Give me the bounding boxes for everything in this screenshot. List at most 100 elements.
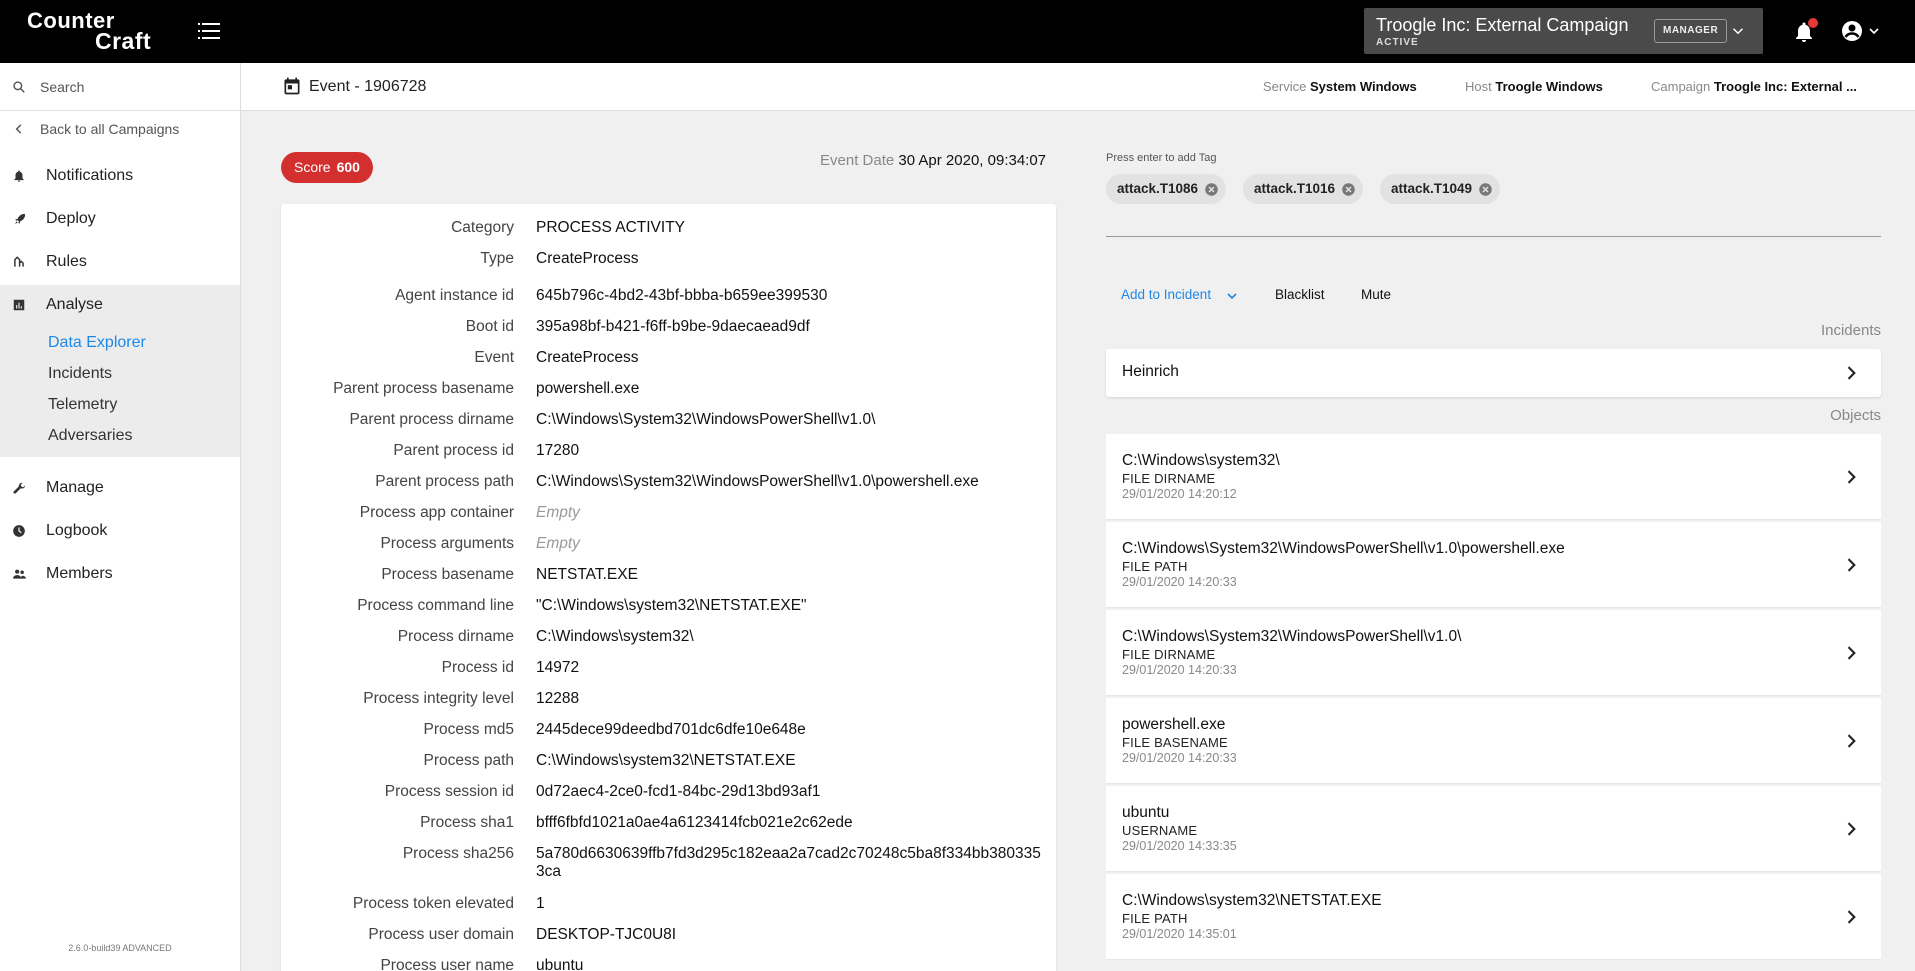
- sidebar-sub-telemetry[interactable]: Telemetry: [48, 396, 117, 414]
- sidebar-sub-incidents[interactable]: Incidents: [48, 365, 112, 383]
- detail-key: Parent process id: [393, 442, 514, 459]
- tag-chip[interactable]: attack.T1086: [1106, 174, 1227, 204]
- object-name: C:\Windows\System32\WindowsPowerShell\v1…: [1122, 540, 1565, 557]
- object-type: FILE DIRNAME: [1122, 471, 1216, 486]
- chevron-right-icon: [1847, 646, 1856, 660]
- people-icon: [13, 569, 26, 579]
- remove-tag-icon[interactable]: [1478, 182, 1493, 197]
- tag-label: attack.T1086: [1117, 181, 1199, 196]
- meta-value: Troogle Inc: External ...: [1713, 79, 1857, 94]
- top-bar: Counter Craft Troogle Inc: External Camp…: [0, 0, 1915, 63]
- score-label: Score: [294, 159, 331, 175]
- detail-value: ubuntu: [536, 957, 584, 971]
- tag-input-underline: [1106, 236, 1881, 237]
- sidebar-item-label: Notifications: [46, 167, 134, 184]
- detail-value: CreateProcess: [536, 349, 639, 366]
- sidebar-item-logbook[interactable]: Logbook: [0, 511, 240, 551]
- detail-value: C:\Windows\system32\: [536, 628, 694, 645]
- detail-key: Process sha1: [420, 814, 514, 831]
- add-to-incident-button[interactable]: Add to Incident: [1121, 287, 1237, 302]
- detail-key: Category: [451, 219, 514, 236]
- tag-input-hint[interactable]: Press enter to add Tag: [1106, 152, 1216, 164]
- object-time: 29/01/2020 14:20:33: [1122, 575, 1237, 589]
- search-input[interactable]: [40, 75, 230, 99]
- detail-key: Process integrity level: [363, 690, 514, 707]
- chart-icon: [13, 299, 25, 311]
- detail-value: bfff6fbfd1021a0ae4a6123414fcb021e2c62ede: [536, 814, 853, 831]
- detail-key: Process arguments: [380, 535, 514, 552]
- sidebar-item-manage[interactable]: Manage: [0, 468, 240, 508]
- sidebar-sub-data-explorer[interactable]: Data Explorer: [48, 334, 146, 352]
- detail-value: CreateProcess: [536, 250, 639, 267]
- logo[interactable]: Counter Craft: [27, 10, 157, 54]
- detail-value: powershell.exe: [536, 380, 640, 397]
- blacklist-button[interactable]: Blacklist: [1275, 287, 1325, 302]
- detail-key: Process command line: [357, 597, 514, 614]
- detail-value: 12288: [536, 690, 580, 707]
- object-item[interactable]: C:\Windows\system32\NETSTAT.EXE FILE PAT…: [1106, 874, 1881, 960]
- object-name: powershell.exe: [1122, 716, 1226, 733]
- sidebar-item-members[interactable]: Members: [0, 554, 240, 594]
- detail-value: C:\Windows\System32\WindowsPowerShell\v1…: [536, 411, 876, 428]
- meta-value: System Windows: [1309, 79, 1417, 94]
- detail-value: Empty: [536, 504, 580, 521]
- sidebar-item-label: Members: [46, 565, 113, 582]
- object-item[interactable]: C:\Windows\System32\WindowsPowerShell\v1…: [1106, 610, 1881, 696]
- chevron-right-icon: [1847, 366, 1856, 380]
- remove-tag-icon[interactable]: [1341, 182, 1356, 197]
- object-item[interactable]: powershell.exe FILE BASENAME 29/01/2020 …: [1106, 698, 1881, 784]
- sub-header: Event - 1906728 Service System Windows H…: [241, 63, 1915, 111]
- sidebar-item-notifications[interactable]: Notifications: [0, 156, 240, 196]
- event-date-value: 30 Apr 2020, 09:34:07: [898, 152, 1047, 169]
- user-account-icon[interactable]: [1840, 19, 1864, 43]
- menu-toggle-icon[interactable]: [198, 21, 222, 41]
- tag-chip[interactable]: attack.T1049: [1380, 174, 1501, 204]
- tag-chip[interactable]: attack.T1016: [1243, 174, 1364, 204]
- sidebar-item-rules[interactable]: Rules: [0, 242, 240, 282]
- meta-key: Campaign: [1651, 79, 1711, 94]
- sidebar-item-label: Analyse: [46, 296, 103, 313]
- mute-button[interactable]: Mute: [1361, 287, 1391, 302]
- score-value: 600: [336, 159, 360, 175]
- back-to-campaigns-link[interactable]: Back to all Campaigns: [0, 115, 240, 143]
- chevron-right-icon: [1847, 822, 1856, 836]
- detail-key: Process id: [441, 659, 514, 676]
- bell-icon: [14, 170, 24, 182]
- object-type: USERNAME: [1122, 823, 1198, 838]
- objects-section-label: Objects: [1830, 407, 1881, 424]
- logo-line2: Craft: [95, 28, 152, 54]
- detail-key: Agent instance id: [395, 287, 514, 304]
- sidebar-item-label: Rules: [46, 253, 87, 270]
- chevron-down-icon[interactable]: [1729, 22, 1747, 40]
- object-name: C:\Windows\system32\NETSTAT.EXE: [1122, 892, 1382, 909]
- detail-value: "C:\Windows\system32\NETSTAT.EXE": [536, 597, 807, 614]
- meta-campaign: Campaign Troogle Inc: External ...: [1651, 79, 1857, 94]
- object-time: 29/01/2020 14:20:12: [1122, 487, 1237, 501]
- detail-key: Process user domain: [368, 926, 514, 943]
- detail-key: Parent process path: [375, 473, 514, 490]
- sidebar-sub-adversaries[interactable]: Adversaries: [48, 427, 132, 445]
- back-link-label: Back to all Campaigns: [40, 121, 180, 137]
- detail-key: Process app container: [359, 504, 514, 521]
- chevron-down-icon[interactable]: [1866, 23, 1882, 39]
- detail-key: Process session id: [384, 783, 514, 800]
- detail-key: Process token elevated: [352, 895, 514, 912]
- detail-value: 1: [536, 895, 545, 912]
- object-type: FILE DIRNAME: [1122, 647, 1216, 662]
- object-time: 29/01/2020 14:33:35: [1122, 839, 1237, 853]
- object-item[interactable]: C:\Windows\System32\WindowsPowerShell\v1…: [1106, 522, 1881, 608]
- chevron-right-icon: [1847, 470, 1856, 484]
- detail-key: Process path: [423, 752, 514, 769]
- remove-tag-icon[interactable]: [1204, 182, 1219, 197]
- detail-value: 2445dece99deedbd701dc6dfe10e648e: [536, 721, 806, 738]
- sidebar-item-analyse[interactable]: Analyse: [0, 285, 240, 325]
- sidebar-item-deploy[interactable]: Deploy: [0, 199, 240, 239]
- sidebar: Back to all Campaigns Notifications Depl…: [0, 63, 241, 971]
- object-item[interactable]: C:\Windows\system32\ FILE DIRNAME 29/01/…: [1106, 434, 1881, 520]
- incident-item[interactable]: Heinrich: [1106, 349, 1881, 397]
- object-type: FILE BASENAME: [1122, 735, 1228, 750]
- campaign-selector[interactable]: Troogle Inc: External Campaign ACTIVE MA…: [1364, 8, 1763, 54]
- object-item[interactable]: ubuntu USERNAME 29/01/2020 14:33:35: [1106, 786, 1881, 872]
- detail-key: Process md5: [423, 721, 514, 738]
- object-type: FILE PATH: [1122, 559, 1188, 574]
